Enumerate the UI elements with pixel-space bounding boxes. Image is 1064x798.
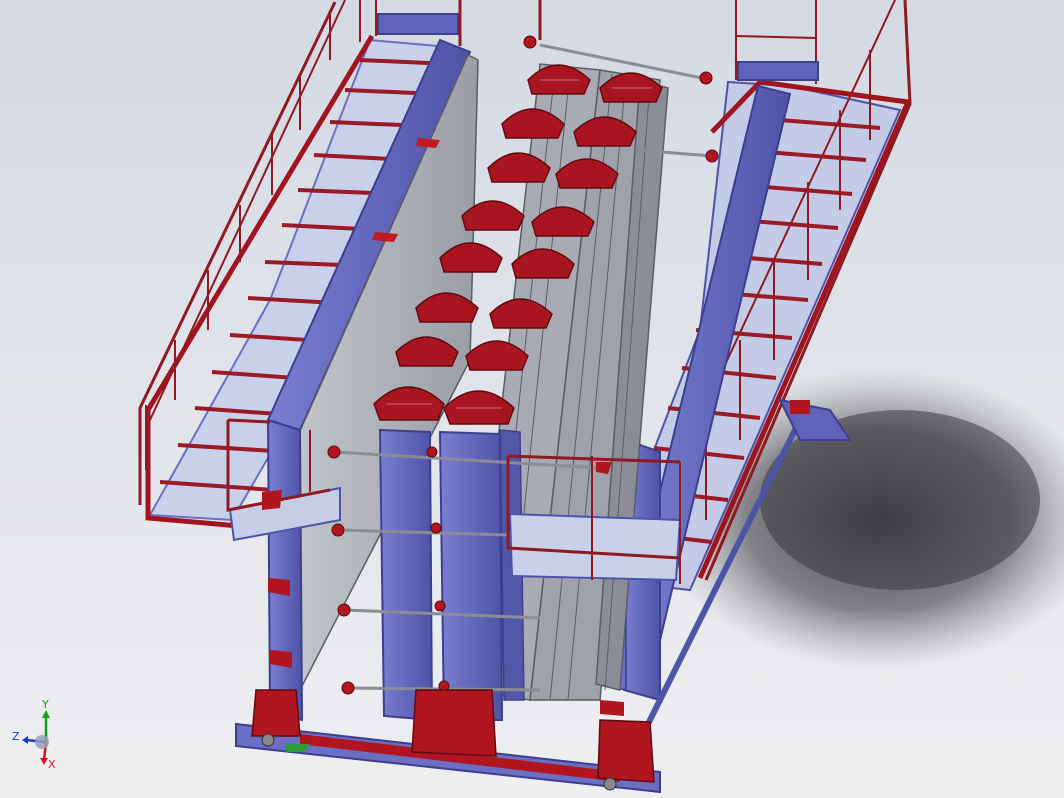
coordinate-triad: Y Z X [12, 700, 56, 768]
triad-y-arrow-icon [42, 710, 50, 718]
triad-z-label: Z [12, 730, 20, 743]
cad-viewport[interactable]: Y Z X [0, 0, 1064, 798]
triad-z-arrow-icon [22, 736, 28, 744]
mold-assembly-model[interactable] [0, 0, 1064, 798]
triad-y-label: Y [41, 700, 49, 711]
triad-x-label: X [48, 758, 56, 768]
triad-origin [35, 735, 49, 749]
triad-x-arrow-icon [40, 758, 48, 765]
